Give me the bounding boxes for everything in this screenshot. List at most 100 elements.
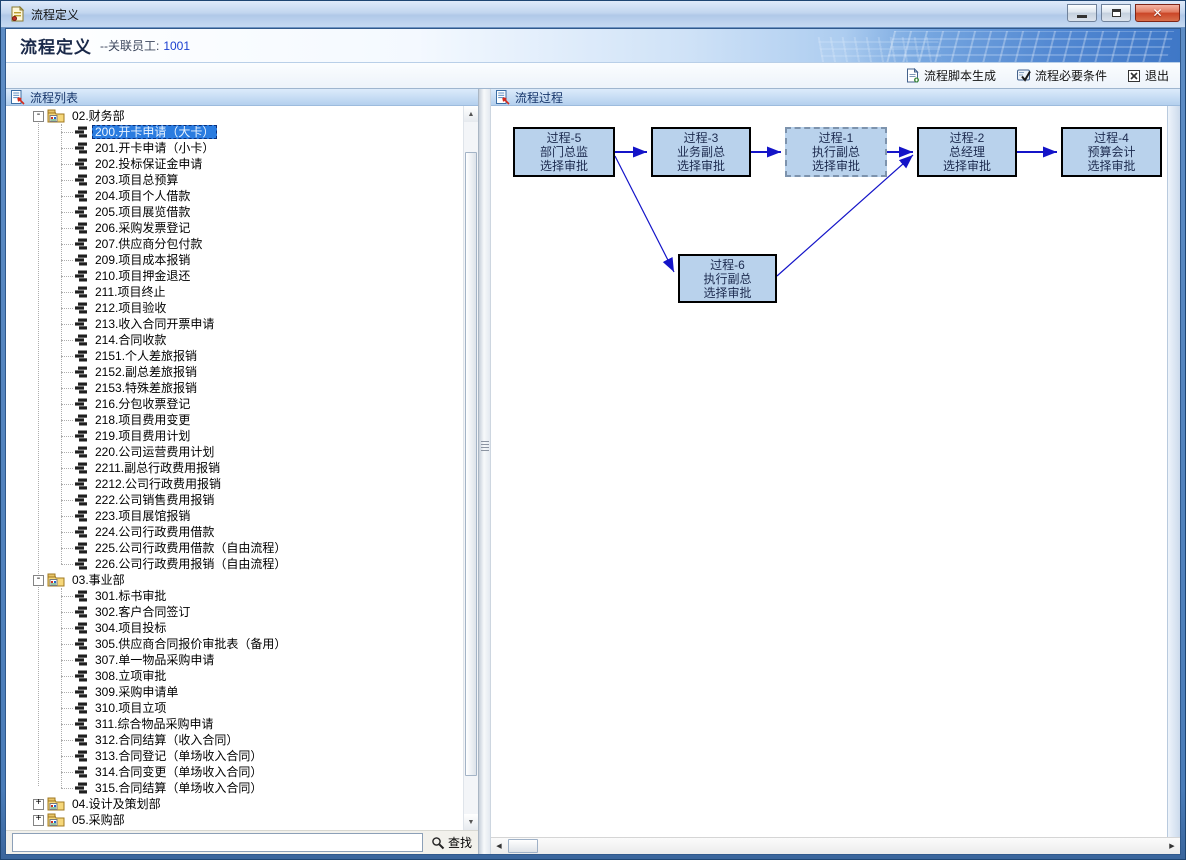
tree-node-flow[interactable]: 214.合同收款: [6, 332, 463, 348]
tree-node-flow[interactable]: 308.立项审批: [6, 668, 463, 684]
tree-node-flow[interactable]: 301.标书审批: [6, 588, 463, 604]
scroll-down-icon[interactable]: ▼: [464, 814, 478, 830]
tree-node-flow[interactable]: 216.分包收票登记: [6, 396, 463, 412]
tree-node-flow[interactable]: 207.供应商分包付款: [6, 236, 463, 252]
tree-node-flow[interactable]: 218.项目费用变更: [6, 412, 463, 428]
tree-connector: [61, 660, 73, 661]
tree-node-flow[interactable]: 2211.副总行政费用报销: [6, 460, 463, 476]
script-generate-label: 流程脚本生成: [924, 67, 996, 84]
expand-box-icon[interactable]: +: [33, 799, 44, 810]
exit-button[interactable]: 退出: [1124, 65, 1172, 86]
tree-node-flow[interactable]: 305.供应商合同报价审批表（备用）: [6, 636, 463, 652]
canvas-scrollbar-thumb[interactable]: [508, 839, 538, 853]
tree-scrollbar-thumb[interactable]: [465, 152, 477, 776]
search-input[interactable]: [12, 833, 423, 852]
header-band: 流程定义 --关联员工: 1001: [6, 29, 1180, 63]
tree-node-flow[interactable]: 309.采购申请单: [6, 684, 463, 700]
tree-connector: [61, 612, 73, 613]
flow-node-p2[interactable]: 过程-2总经理选择审批: [917, 127, 1017, 177]
folder-icon: [47, 813, 65, 827]
scroll-right-icon[interactable]: ▶: [1164, 838, 1180, 854]
tree-node-flow[interactable]: 205.项目展览借款: [6, 204, 463, 220]
tree-node-flow[interactable]: 202.投标保证金申请: [6, 156, 463, 172]
tree-node-flow[interactable]: 211.项目终止: [6, 284, 463, 300]
tree-node-flow[interactable]: 307.单一物品采购申请: [6, 652, 463, 668]
tree-node-flow[interactable]: 219.项目费用计划: [6, 428, 463, 444]
flow-item-icon: [74, 381, 88, 395]
search-button[interactable]: 查找: [427, 834, 476, 851]
tree-node-flow[interactable]: 2151.个人差旅报销: [6, 348, 463, 364]
tree-node-label: 219.项目费用计划: [92, 429, 193, 443]
toolbar: 流程脚本生成 流程必要条件 退出: [6, 63, 1180, 89]
tree-node-flow[interactable]: 311.综合物品采购申请: [6, 716, 463, 732]
tree-node-label: 209.项目成本报销: [92, 253, 193, 267]
tree-node-flow[interactable]: 2152.副总差旅报销: [6, 364, 463, 380]
collapse-box-icon[interactable]: -: [33, 575, 44, 586]
tree-node-flow[interactable]: 222.公司销售费用报销: [6, 492, 463, 508]
flow-item-icon: [74, 269, 88, 283]
required-conditions-icon: [1016, 68, 1031, 83]
tree-node-flow[interactable]: 212.项目验收: [6, 300, 463, 316]
flow-canvas[interactable]: 过程-5部门总监选择审批过程-3业务副总选择审批过程-1执行副总选择审批过程-2…: [491, 106, 1167, 837]
collapse-box-icon[interactable]: -: [33, 111, 44, 122]
flow-node-p6[interactable]: 过程-6执行副总选择审批: [678, 254, 777, 303]
tree-node-flow[interactable]: 302.客户合同签订: [6, 604, 463, 620]
tree-node-flow[interactable]: 200.开卡申请（大卡）: [6, 124, 463, 140]
tree-scrollbar[interactable]: ▲ ▼: [463, 106, 478, 830]
scroll-up-icon[interactable]: ▲: [464, 106, 478, 122]
tree-node-flow[interactable]: 201.开卡申请（小卡）: [6, 140, 463, 156]
tree-node-flow[interactable]: 226.公司行政费用报销（自由流程）: [6, 556, 463, 572]
flow-item-icon: [74, 365, 88, 379]
tree-node-department[interactable]: - 03.事业部: [6, 572, 463, 588]
tree-node-flow[interactable]: 312.合同结算（收入合同）: [6, 732, 463, 748]
required-conditions-button[interactable]: 流程必要条件: [1013, 65, 1110, 86]
close-button[interactable]: ✕: [1135, 4, 1180, 22]
tree-node-flow[interactable]: 310.项目立项: [6, 700, 463, 716]
flow-node-p1[interactable]: 过程-1执行副总选择审批: [785, 127, 887, 177]
process-list-title: 流程列表: [30, 89, 78, 106]
tree-node-department[interactable]: + 04.设计及策划部: [6, 796, 463, 812]
tree-node-flow[interactable]: 315.合同结算（单场收入合同）: [6, 780, 463, 796]
tree-node-flow[interactable]: 213.收入合同开票申请: [6, 316, 463, 332]
canvas-vertical-scrollbar[interactable]: [1167, 106, 1180, 837]
tree-connector: [61, 420, 73, 421]
expand-box-icon[interactable]: +: [33, 815, 44, 826]
flow-node-p3[interactable]: 过程-3业务副总选择审批: [651, 127, 751, 177]
panel-splitter[interactable]: [478, 89, 491, 854]
tree-node-flow[interactable]: 209.项目成本报销: [6, 252, 463, 268]
tree-node-flow[interactable]: 313.合同登记（单场收入合同）: [6, 748, 463, 764]
tree-node-flow[interactable]: 225.公司行政费用借款（自由流程）: [6, 540, 463, 556]
scroll-left-icon[interactable]: ◀: [491, 838, 507, 854]
tree-connector: [61, 324, 73, 325]
tree-node-flow[interactable]: 314.合同变更（单场收入合同）: [6, 764, 463, 780]
tree-node-label: 218.项目费用变更: [92, 413, 193, 427]
tree-node-label: 313.合同登记（单场收入合同）: [92, 749, 265, 763]
tree-node-label: 204.项目个人借款: [92, 189, 193, 203]
tree-node-flow[interactable]: 224.公司行政费用借款: [6, 524, 463, 540]
flow-item-icon: [74, 173, 88, 187]
tree-connector: [61, 356, 73, 357]
canvas-horizontal-scrollbar[interactable]: ◀ ▶: [491, 837, 1180, 854]
tree-node-department[interactable]: + 05.采购部: [6, 812, 463, 828]
tree-node-flow[interactable]: 206.采购发票登记: [6, 220, 463, 236]
tree-node-flow[interactable]: 223.项目展馆报销: [6, 508, 463, 524]
flow-node-p5[interactable]: 过程-5部门总监选择审批: [513, 127, 615, 177]
flow-edges: [491, 106, 1167, 837]
flow-node-p4[interactable]: 过程-4预算会计选择审批: [1061, 127, 1162, 177]
tree-node-flow[interactable]: 2212.公司行政费用报销: [6, 476, 463, 492]
titlebar[interactable]: 流程定义 ✕: [1, 1, 1185, 28]
tree-node-label: 308.立项审批: [92, 669, 169, 683]
tree-node-label: 302.客户合同签订: [92, 605, 193, 619]
tree-node-flow[interactable]: 2153.特殊差旅报销: [6, 380, 463, 396]
tree-node-flow[interactable]: 220.公司运营费用计划: [6, 444, 463, 460]
flow-item-icon: [74, 749, 88, 763]
tree-node-flow[interactable]: 203.项目总预算: [6, 172, 463, 188]
tree-connector: [61, 484, 73, 485]
tree-node-department[interactable]: - 02.财务部: [6, 108, 463, 124]
script-generate-button[interactable]: 流程脚本生成: [902, 65, 999, 86]
tree-node-flow[interactable]: 304.项目投标: [6, 620, 463, 636]
minimize-button[interactable]: [1067, 4, 1097, 22]
tree-node-flow[interactable]: 204.项目个人借款: [6, 188, 463, 204]
tree-node-flow[interactable]: 210.项目押金退还: [6, 268, 463, 284]
maximize-button[interactable]: [1101, 4, 1131, 22]
